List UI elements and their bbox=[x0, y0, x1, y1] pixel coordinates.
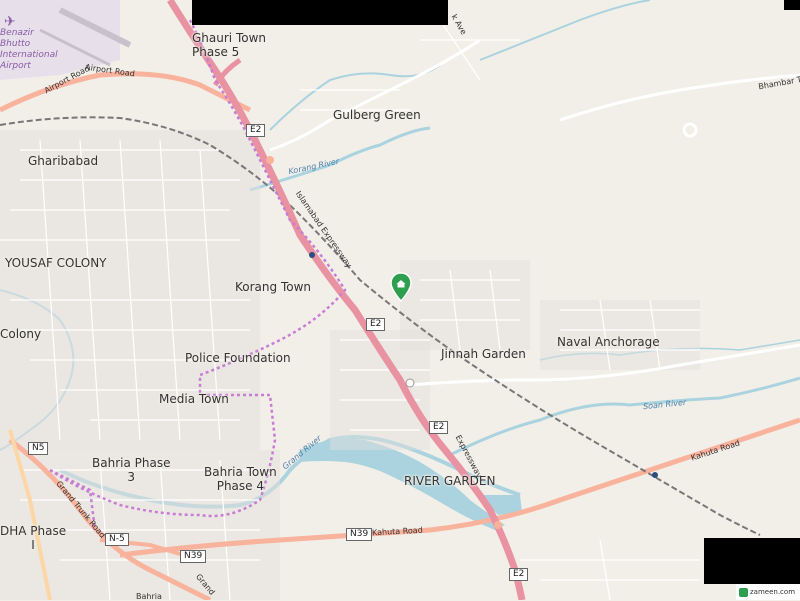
place-bahria-phase-3[interactable]: Bahria Phase 3 bbox=[92, 456, 170, 484]
junction-north bbox=[266, 156, 274, 164]
bottom-right-redaction bbox=[704, 538, 800, 584]
place-bahria-phase-3-num: 3 bbox=[127, 470, 136, 484]
airport-label: Benazir Bhutto International Airport bbox=[0, 28, 58, 72]
place-naval-anchorage[interactable]: Naval Anchorage bbox=[557, 335, 660, 349]
place-dha-phase-name: DHA Phase bbox=[0, 524, 67, 538]
place-colony[interactable]: Colony bbox=[0, 327, 41, 341]
shield-e2-mid: E2 bbox=[366, 318, 386, 331]
shield-e2-south: E2 bbox=[429, 421, 449, 434]
shield-e2-north: E2 bbox=[246, 124, 266, 137]
zameen-logo-icon bbox=[739, 587, 748, 597]
place-gulberg-green[interactable]: Gulberg Green bbox=[333, 108, 421, 122]
zameen-logo[interactable]: zameen.com bbox=[736, 584, 800, 600]
place-media-town[interactable]: Media Town bbox=[159, 392, 229, 406]
soan-river bbox=[449, 376, 800, 457]
place-gharibabad[interactable]: Gharibabad bbox=[28, 154, 98, 168]
place-bahria-phase-3-name: Bahria Phase bbox=[92, 456, 171, 470]
junction-gulberg bbox=[682, 122, 698, 138]
airport-line-4: Airport bbox=[0, 61, 31, 71]
place-jinnah-garden[interactable]: Jinnah Garden bbox=[441, 347, 526, 361]
river-ne bbox=[479, 0, 651, 61]
place-police-foundation[interactable]: Police Foundation bbox=[185, 351, 291, 365]
airport-road bbox=[0, 71, 252, 113]
zameen-logo-text: zameen.com bbox=[750, 588, 796, 596]
top-right-redaction bbox=[784, 0, 800, 10]
place-ghauri-town-phase: Phase 5 bbox=[192, 45, 240, 59]
place-bahria-town-phase-4-num: Phase 4 bbox=[216, 479, 264, 493]
shield-n39-west: N39 bbox=[180, 550, 207, 563]
place-dha-phase[interactable]: DHA Phase I bbox=[0, 524, 66, 552]
link-road-north bbox=[269, 38, 481, 152]
urban-area-jinnah bbox=[400, 260, 530, 350]
shield-n5: N5 bbox=[28, 442, 49, 455]
airport-line-3: International bbox=[0, 50, 58, 60]
top-redaction bbox=[192, 0, 448, 25]
place-bahria-town-phase-4-name: Bahria Town bbox=[204, 465, 277, 479]
shield-n39-east: N39 bbox=[346, 528, 373, 541]
place-bahria-town-phase-4[interactable]: Bahria Town Phase 4 bbox=[204, 465, 277, 493]
junction-east bbox=[652, 472, 658, 478]
shield-e2-bottom: E2 bbox=[509, 568, 529, 581]
junction-kahuta bbox=[405, 378, 415, 388]
place-dha-phase-num: I bbox=[31, 538, 35, 552]
place-ghauri-town[interactable]: Ghauri Town Phase 5 bbox=[192, 31, 266, 59]
place-korang-town[interactable]: Korang Town bbox=[235, 280, 311, 294]
place-ghauri-town-name: Ghauri Town bbox=[192, 31, 266, 45]
airport-icon: ✈ bbox=[4, 14, 16, 30]
junction-bottom bbox=[494, 521, 502, 529]
place-yousaf-colony[interactable]: YOUSAF COLONY bbox=[5, 256, 107, 270]
location-pin-icon[interactable] bbox=[390, 272, 412, 302]
airport-line-2: Bhutto bbox=[0, 39, 31, 49]
junction-korang bbox=[309, 252, 315, 258]
shield-n5-dash: N-5 bbox=[105, 533, 129, 546]
